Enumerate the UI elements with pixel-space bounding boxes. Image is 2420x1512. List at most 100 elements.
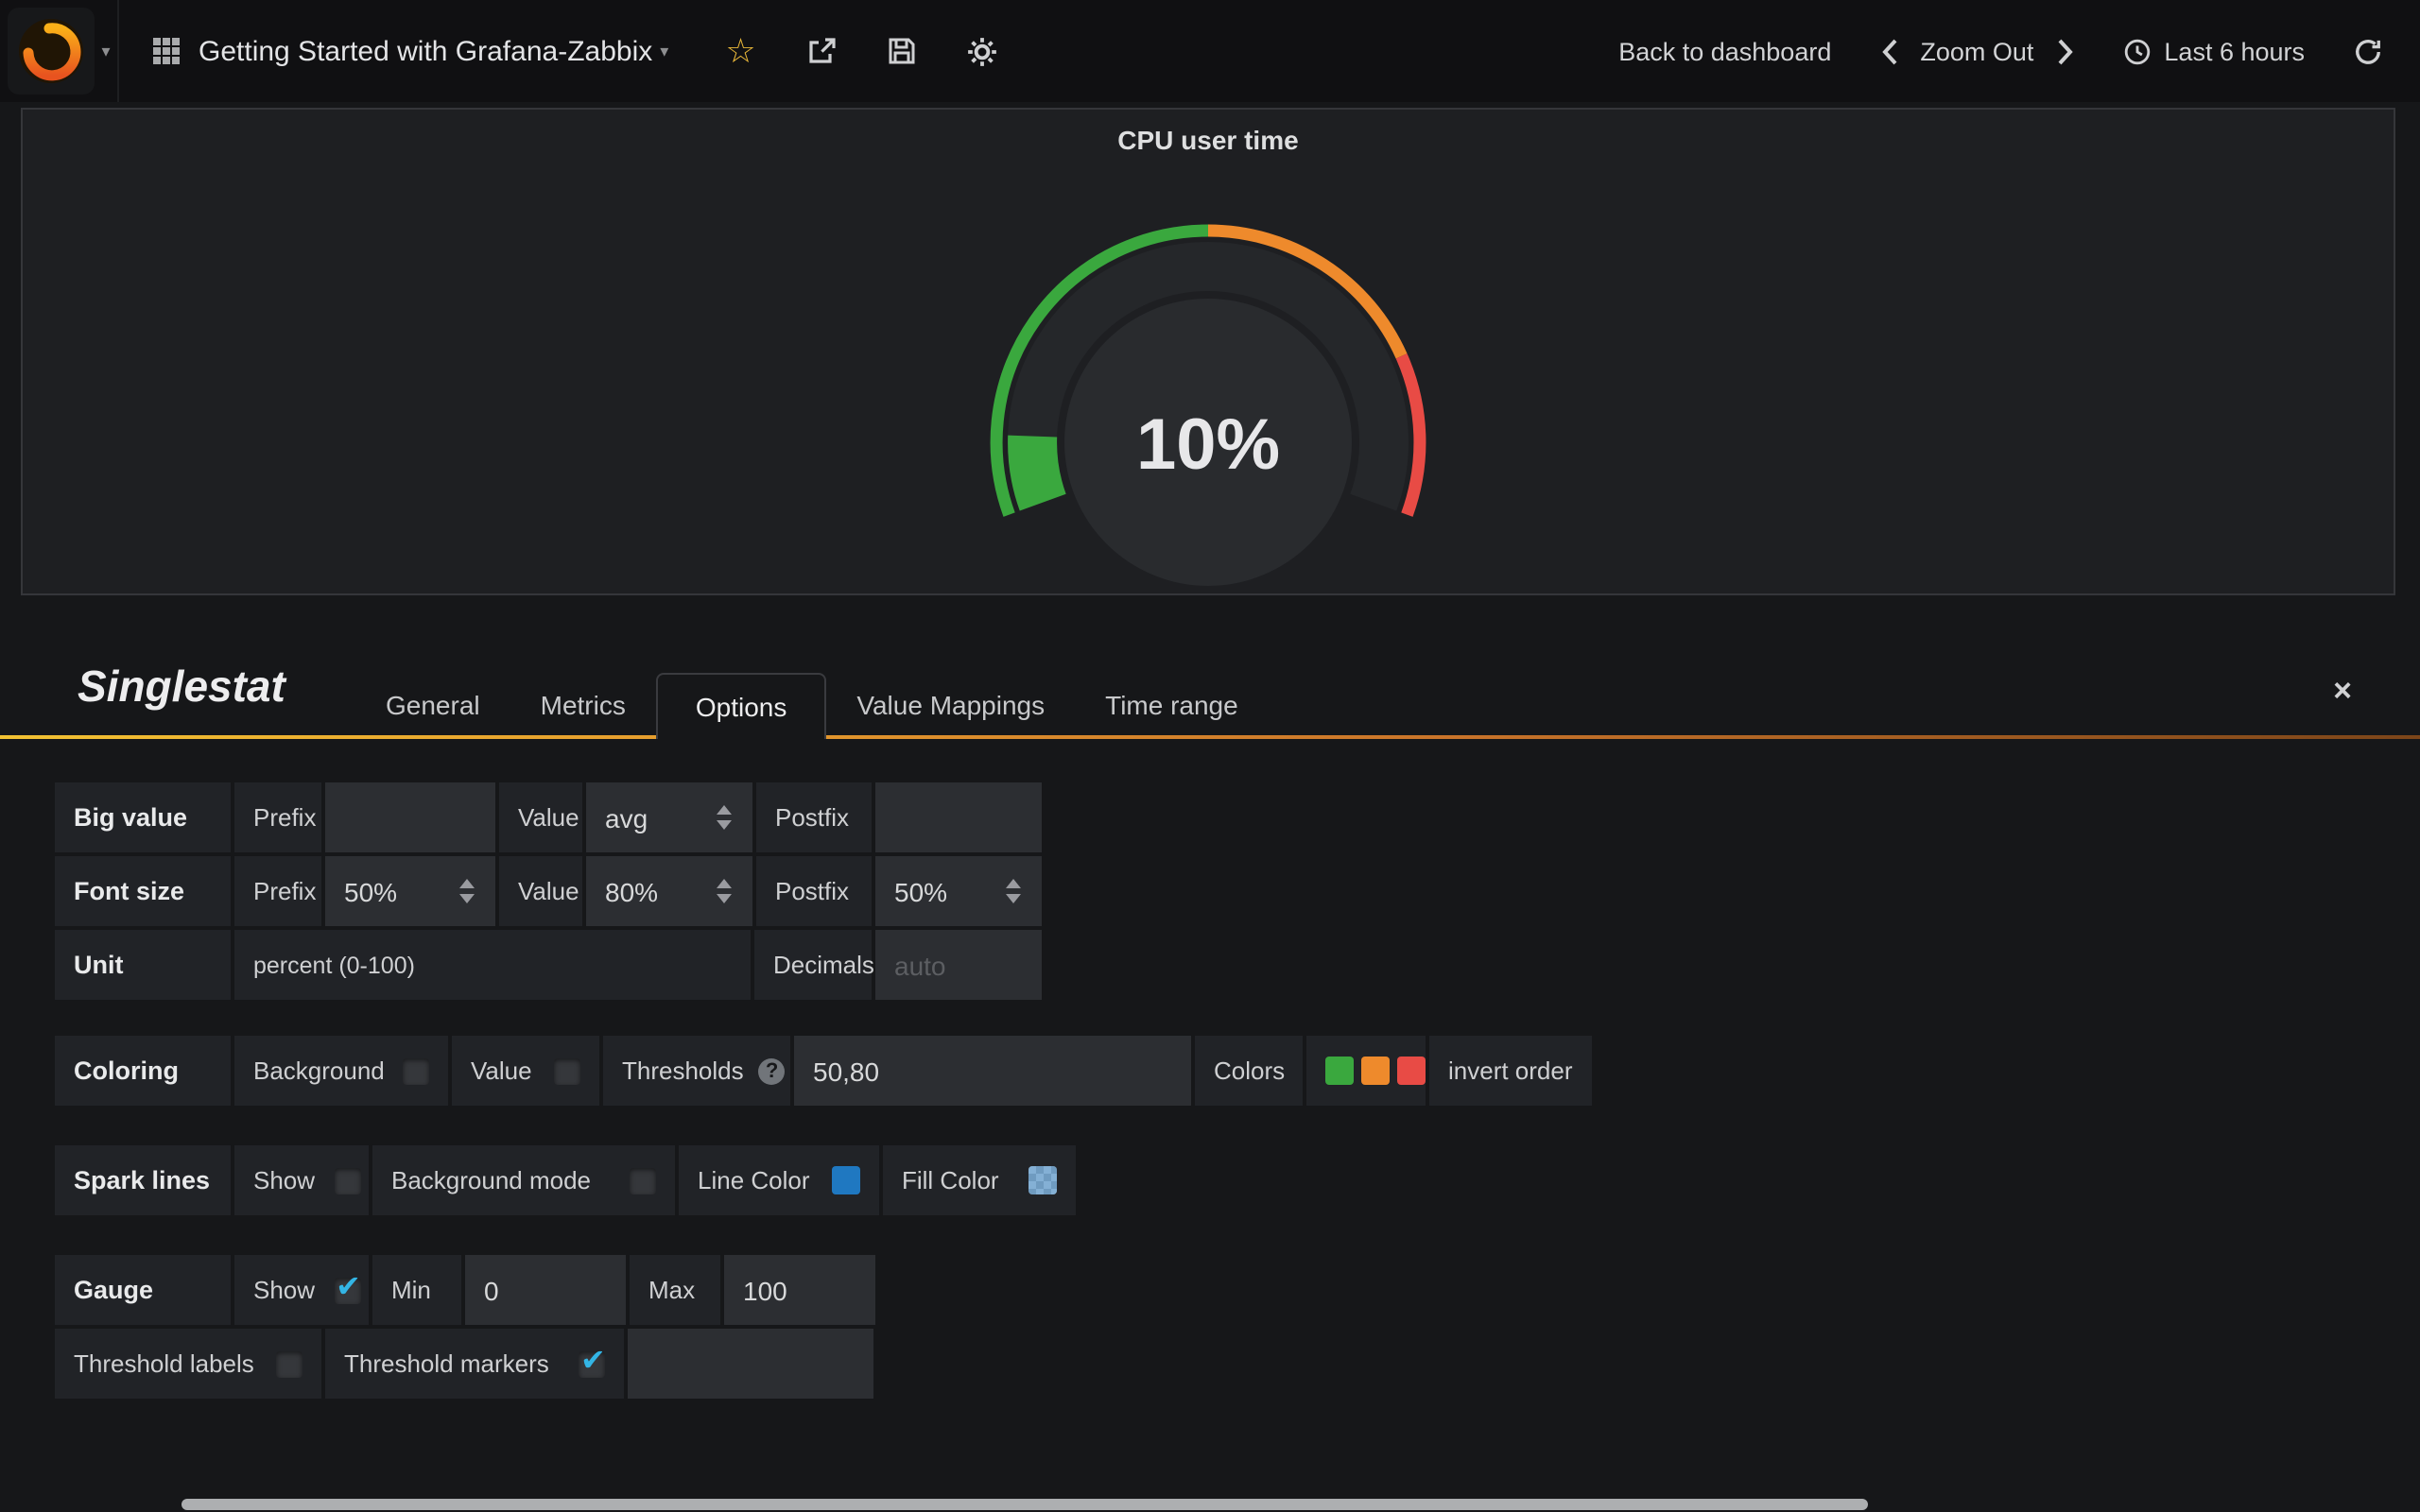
spark-lines-label: Spark lines bbox=[55, 1145, 231, 1215]
value-size-select[interactable]: 80% bbox=[586, 856, 752, 926]
refresh-button[interactable] bbox=[2354, 37, 2382, 65]
save-icon bbox=[887, 36, 917, 66]
tabbar-accent-divider bbox=[0, 735, 2420, 739]
colors-swatches-cell bbox=[1306, 1036, 1426, 1106]
postfix-input-cell bbox=[875, 782, 1042, 852]
tab-value-mappings[interactable]: Value Mappings bbox=[826, 673, 1075, 739]
font-postfix-label: Postfix bbox=[756, 856, 872, 926]
dashboard-grid-icon bbox=[153, 38, 180, 64]
select-stepper-icon bbox=[459, 879, 476, 903]
max-label: Max bbox=[630, 1255, 720, 1325]
chevron-left-icon bbox=[1880, 37, 1897, 65]
max-input-cell bbox=[724, 1255, 875, 1325]
gauge-row: Gauge Show Min Max bbox=[55, 1255, 1592, 1325]
gauge-label: Gauge bbox=[55, 1255, 231, 1325]
close-editor-button[interactable]: × bbox=[2333, 673, 2352, 711]
fill-color-cell: Fill Color bbox=[883, 1145, 1076, 1215]
postfix-label: Postfix bbox=[756, 782, 872, 852]
spark-lines-section: Spark lines Show Background mode Line Co… bbox=[55, 1145, 1592, 1215]
time-shift-back-button[interactable] bbox=[1880, 37, 1897, 65]
select-stepper-icon bbox=[717, 879, 734, 903]
settings-button[interactable] bbox=[966, 35, 998, 67]
gauge-show-checkbox[interactable] bbox=[334, 1277, 360, 1303]
coloring-background-toggle: Background bbox=[234, 1036, 448, 1106]
fill-color-overlay bbox=[1028, 1166, 1057, 1194]
value-format-select[interactable]: avg bbox=[586, 782, 752, 852]
time-shift-forward-button[interactable] bbox=[2056, 37, 2073, 65]
refresh-icon bbox=[2354, 37, 2382, 65]
empty-filler-cell bbox=[628, 1329, 873, 1399]
min-input[interactable] bbox=[484, 1275, 607, 1305]
thresholds-label: Thresholds? bbox=[603, 1036, 790, 1106]
font-size-label: Font size bbox=[55, 856, 231, 926]
line-color-swatch[interactable] bbox=[832, 1166, 860, 1194]
threshold-labels-checkbox[interactable] bbox=[276, 1350, 302, 1377]
tab-metrics[interactable]: Metrics bbox=[510, 673, 656, 739]
value-checkbox[interactable] bbox=[554, 1057, 580, 1084]
postfix-input[interactable] bbox=[894, 802, 1023, 833]
unit-picker[interactable]: percent (0-100) bbox=[234, 930, 751, 1000]
time-range-label: Last 6 hours bbox=[2164, 37, 2305, 65]
thresholds-input-cell bbox=[794, 1036, 1191, 1106]
min-label: Min bbox=[372, 1255, 461, 1325]
star-button[interactable]: ☆ bbox=[725, 34, 755, 68]
threshold-options-row: Threshold labels Threshold markers bbox=[55, 1329, 1592, 1399]
gauge-value-text: 10% bbox=[1136, 404, 1280, 485]
threshold-markers-checkbox[interactable] bbox=[579, 1350, 605, 1377]
color-swatch-orange[interactable] bbox=[1361, 1057, 1390, 1085]
prefix-label: Prefix bbox=[234, 782, 321, 852]
color-swatch-red[interactable] bbox=[1397, 1057, 1426, 1085]
value-label: Value bbox=[499, 782, 582, 852]
gauge-section: Gauge Show Min Max Threshold labels Thre… bbox=[55, 1255, 1592, 1399]
spark-show-checkbox[interactable] bbox=[334, 1167, 360, 1194]
postfix-size-select[interactable]: 50% bbox=[875, 856, 1042, 926]
select-stepper-icon bbox=[1006, 879, 1023, 903]
unit-label: Unit bbox=[55, 930, 231, 1000]
navbar-time-controls: Back to dashboard Zoom Out Last 6 hours bbox=[1618, 37, 2420, 65]
big-value-row: Big value Prefix Value avg Postfix bbox=[55, 782, 1592, 852]
tab-options[interactable]: Options bbox=[656, 673, 827, 739]
invert-order-button[interactable]: invert order bbox=[1429, 1036, 1592, 1106]
editor-panel-type-title: Singlestat bbox=[78, 662, 285, 713]
horizontal-scrollbar[interactable] bbox=[182, 1499, 1868, 1510]
font-value-label: Value bbox=[499, 856, 582, 926]
editor-tabs: General Metrics Options Value Mappings T… bbox=[355, 673, 1269, 739]
color-swatch-green[interactable] bbox=[1325, 1057, 1354, 1085]
unit-row: Unit percent (0-100) Decimals bbox=[55, 930, 1592, 1000]
save-button[interactable] bbox=[887, 36, 917, 66]
decimals-label: Decimals bbox=[754, 930, 872, 1000]
tab-time-range[interactable]: Time range bbox=[1075, 673, 1269, 739]
big-value-label: Big value bbox=[55, 782, 231, 852]
thresholds-help-icon[interactable]: ? bbox=[759, 1057, 786, 1084]
gear-icon bbox=[966, 35, 998, 67]
prefix-input-cell bbox=[325, 782, 495, 852]
thresholds-input[interactable] bbox=[813, 1056, 1172, 1086]
coloring-label: Coloring bbox=[55, 1036, 231, 1106]
grafana-menu-button[interactable]: ▾ bbox=[0, 0, 119, 102]
background-checkbox[interactable] bbox=[404, 1057, 430, 1084]
back-to-dashboard-link[interactable]: Back to dashboard bbox=[1618, 37, 1831, 65]
panel-title[interactable]: CPU user time bbox=[23, 110, 2394, 155]
coloring-value-toggle: Value bbox=[452, 1036, 599, 1106]
gauge-show-toggle: Show bbox=[234, 1255, 369, 1325]
star-icon: ☆ bbox=[725, 34, 755, 68]
time-picker-button[interactable]: Last 6 hours bbox=[2122, 37, 2305, 65]
navbar: ▾ Getting Started with Grafana-Zabbix ▾ … bbox=[0, 0, 2420, 102]
max-input[interactable] bbox=[743, 1275, 856, 1305]
threshold-labels-toggle: Threshold labels bbox=[55, 1329, 321, 1399]
font-prefix-label: Prefix bbox=[234, 856, 321, 926]
spark-lines-row: Spark lines Show Background mode Line Co… bbox=[55, 1145, 1592, 1215]
clock-icon bbox=[2122, 37, 2151, 65]
background-mode-checkbox[interactable] bbox=[630, 1167, 656, 1194]
tab-general[interactable]: General bbox=[355, 673, 510, 739]
dashboard-title-button[interactable]: Getting Started with Grafana-Zabbix ▾ bbox=[153, 35, 668, 67]
fill-color-swatch[interactable] bbox=[1028, 1166, 1057, 1194]
colors-label: Colors bbox=[1195, 1036, 1303, 1106]
gauge-visualization: 10% bbox=[943, 219, 1473, 616]
prefix-size-select[interactable]: 50% bbox=[325, 856, 495, 926]
decimals-input[interactable] bbox=[894, 950, 1023, 980]
share-button[interactable] bbox=[805, 35, 838, 67]
zoom-out-button[interactable]: Zoom Out bbox=[1920, 37, 2033, 65]
prefix-input[interactable] bbox=[344, 802, 476, 833]
grafana-logo bbox=[7, 8, 94, 94]
